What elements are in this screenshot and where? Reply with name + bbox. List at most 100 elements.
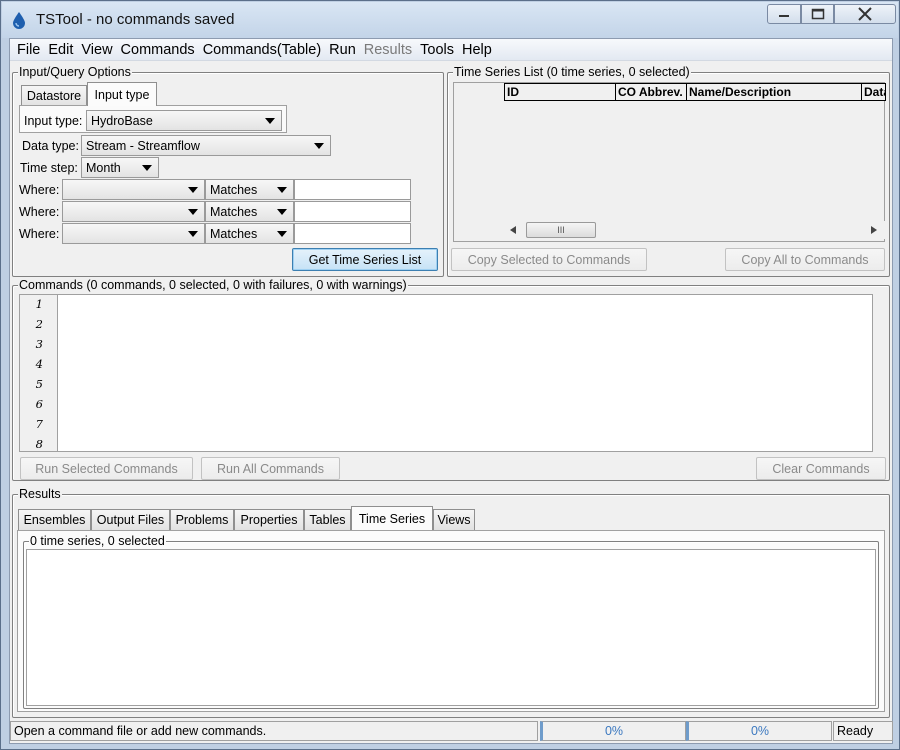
tab-views[interactable]: Views (433, 509, 475, 530)
results-panel: Results Ensembles Output Files Problems … (12, 487, 890, 718)
where-field-select-2[interactable] (62, 201, 205, 222)
copy-all-to-commands-button[interactable]: Copy All to Commands (725, 248, 885, 271)
run-selected-commands-button[interactable]: Run Selected Commands (20, 457, 193, 480)
input-type-label: Input type: (24, 114, 83, 128)
chevron-down-icon (188, 209, 198, 215)
where-label-2: Where: (19, 205, 60, 219)
chevron-down-icon (277, 187, 287, 193)
where-operator-select-2[interactable]: Matches (205, 201, 294, 222)
where-label-1: Where: (19, 183, 60, 197)
time-series-list-title: Time Series List (0 time series, 0 selec… (453, 65, 691, 79)
menu-commands[interactable]: Commands (117, 42, 199, 58)
status-state: Ready (833, 721, 893, 741)
menu-bar: File Edit View Commands Commands(Table) … (10, 39, 892, 61)
line-number: 2 (35, 317, 43, 331)
chevron-down-icon (265, 118, 275, 124)
menu-run[interactable]: Run (325, 42, 360, 58)
menu-commands-table[interactable]: Commands(Table) (199, 42, 325, 58)
water-drop-icon (13, 12, 25, 29)
time-series-results-list[interactable] (26, 549, 876, 706)
tab-datastore[interactable]: Datastore (21, 85, 87, 106)
chevron-down-icon (188, 187, 198, 193)
menu-edit[interactable]: Edit (44, 42, 77, 58)
maximize-icon (811, 8, 824, 20)
commands-panel: Commands (0 commands, 0 selected, 0 with… (12, 278, 890, 481)
get-time-series-list-button[interactable]: Get Time Series List (292, 248, 438, 271)
column-header-data[interactable]: Data (862, 83, 886, 101)
where-operator-select-3[interactable]: Matches (205, 223, 294, 244)
time-step-label: Time step: (20, 161, 78, 175)
commands-list[interactable]: 1 2 3 4 5 6 7 8 (19, 294, 873, 452)
where-operator-value: Matches (210, 226, 258, 241)
chevron-down-icon (142, 165, 152, 171)
close-button[interactable] (834, 4, 896, 24)
line-number: 5 (35, 377, 43, 391)
tab-time-series[interactable]: Time Series (351, 506, 433, 530)
copy-selected-to-commands-button[interactable]: Copy Selected to Commands (451, 248, 647, 271)
scrollbar-thumb[interactable]: III (526, 222, 596, 238)
menu-tools[interactable]: Tools (416, 42, 458, 58)
horizontal-scrollbar[interactable]: III (504, 221, 885, 239)
chevron-down-icon (314, 143, 324, 149)
column-header-co-abbrev[interactable]: CO Abbrev. (616, 83, 687, 101)
status-message: Open a command file or add new commands. (10, 721, 538, 741)
where-field-select-1[interactable] (62, 179, 205, 200)
data-type-value: Stream - Streamflow (86, 138, 200, 153)
tab-output-files[interactable]: Output Files (91, 509, 170, 530)
menu-results[interactable]: Results (360, 42, 416, 58)
line-number: 4 (35, 357, 43, 371)
menu-view[interactable]: View (77, 42, 116, 58)
main-content: File Edit View Commands Commands(Table) … (9, 38, 893, 744)
where-operator-select-1[interactable]: Matches (205, 179, 294, 200)
input-type-select[interactable]: HydroBase (86, 110, 282, 131)
chevron-down-icon (277, 209, 287, 215)
results-tab-content: 0 time series, 0 selected (17, 530, 885, 712)
time-series-table[interactable]: ID CO Abbrev. Name/Description Data III (453, 82, 886, 242)
progress-bar-1: 0% (540, 721, 686, 741)
time-step-value: Month (86, 160, 121, 175)
title-bar[interactable]: TSTool - no commands saved (2, 2, 898, 38)
line-number: 3 (35, 337, 43, 351)
tab-problems[interactable]: Problems (170, 509, 234, 530)
input-query-options-title: Input/Query Options (18, 65, 132, 79)
window-title: TSTool - no commands saved (36, 11, 235, 28)
arrow-left-icon[interactable] (510, 226, 516, 234)
commands-title: Commands (0 commands, 0 selected, 0 with… (18, 278, 408, 292)
chevron-down-icon (277, 231, 287, 237)
where-value-input-3[interactable] (294, 223, 411, 244)
arrow-right-icon[interactable] (871, 226, 877, 234)
time-series-list-panel: Time Series List (0 time series, 0 selec… (447, 65, 890, 277)
input-type-value: HydroBase (91, 113, 153, 128)
line-number: 1 (35, 297, 43, 311)
minimize-button[interactable] (767, 4, 801, 24)
line-number-gutter: 1 2 3 4 5 6 7 8 (20, 295, 58, 451)
tab-ensembles[interactable]: Ensembles (18, 509, 91, 530)
menu-file[interactable]: File (13, 42, 44, 58)
progress-bar-2: 0% (686, 721, 832, 741)
tab-input-type[interactable]: Input type (87, 82, 157, 106)
run-all-commands-button[interactable]: Run All Commands (201, 457, 340, 480)
where-operator-value: Matches (210, 182, 258, 197)
where-operator-value: Matches (210, 204, 258, 219)
where-label-3: Where: (19, 227, 60, 241)
maximize-button[interactable] (801, 4, 834, 24)
time-series-results-title: 0 time series, 0 selected (29, 534, 166, 548)
menu-help[interactable]: Help (458, 42, 496, 58)
chevron-down-icon (188, 231, 198, 237)
tab-properties[interactable]: Properties (234, 509, 304, 530)
column-header-id[interactable]: ID (504, 83, 616, 101)
where-value-input-2[interactable] (294, 201, 411, 222)
where-value-input-1[interactable] (294, 179, 411, 200)
line-number: 6 (35, 397, 43, 411)
time-series-results-panel: 0 time series, 0 selected (23, 534, 879, 709)
data-type-label: Data type: (22, 139, 79, 153)
column-header-name-description[interactable]: Name/Description (687, 83, 862, 101)
time-step-select[interactable]: Month (81, 157, 159, 178)
line-number: 8 (35, 437, 43, 451)
minimize-icon (779, 15, 789, 17)
tab-tables[interactable]: Tables (304, 509, 351, 530)
data-type-select[interactable]: Stream - Streamflow (81, 135, 331, 156)
where-field-select-3[interactable] (62, 223, 205, 244)
results-title: Results (18, 487, 62, 501)
clear-commands-button[interactable]: Clear Commands (756, 457, 886, 480)
